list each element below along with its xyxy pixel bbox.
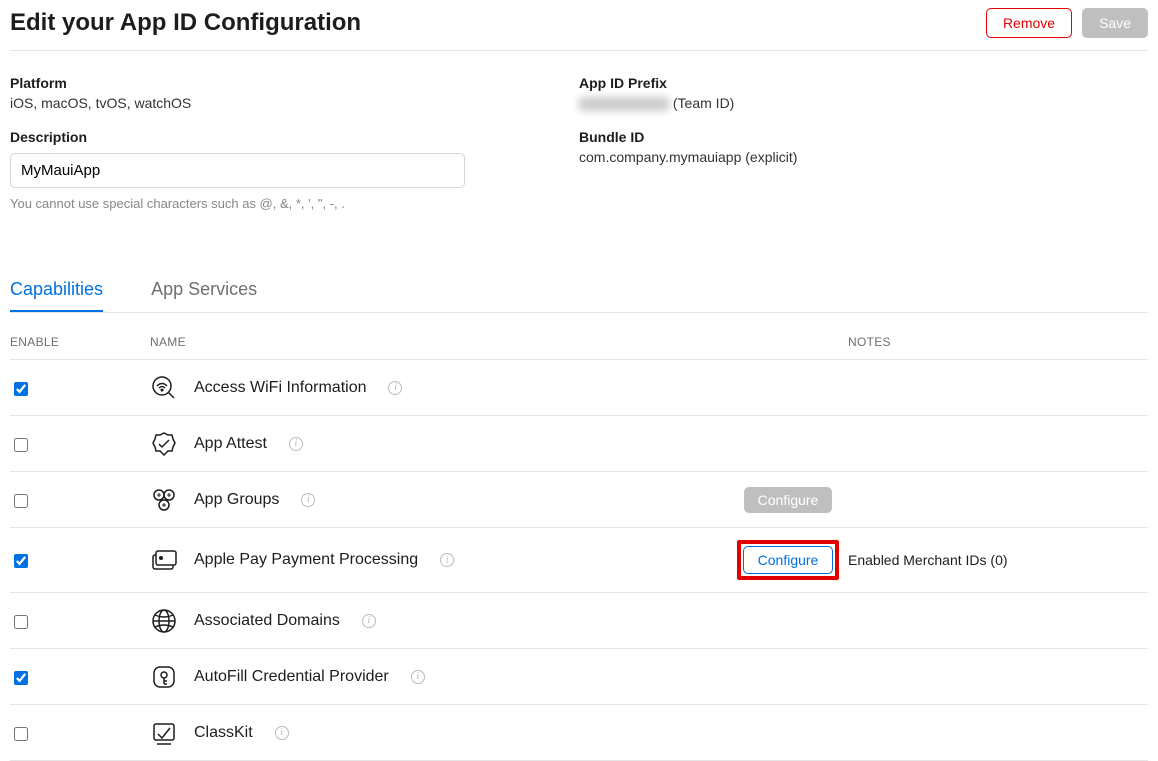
capability-row-classkit: ClassKiti [10,705,1148,761]
tab-app-services[interactable]: App Services [151,279,257,312]
capability-label: Access WiFi Information [194,379,366,397]
capability-label: Apple Pay Payment Processing [194,551,418,569]
platform-value: iOS, macOS, tvOS, watchOS [10,95,579,111]
capability-row-access-wifi: Access WiFi Information i [10,360,1148,416]
capabilities-table: ENABLE NAME NOTES Access WiFi Informatio… [10,327,1148,761]
info-icon[interactable]: i [411,670,425,684]
capability-row-associated-domains: Associated Domains i [10,593,1148,649]
header-actions: Remove Save [986,8,1148,38]
classkit-icon [150,719,178,747]
save-button[interactable]: Save [1082,8,1148,38]
info-icon[interactable]: i [301,493,315,507]
table-header: ENABLE NAME NOTES [10,327,1148,360]
app-groups-icon [150,486,178,514]
description-input[interactable] [10,153,465,188]
prefix-label: App ID Prefix [579,75,1148,91]
info-icon[interactable]: i [362,614,376,628]
enable-checkbox-apple-pay[interactable] [14,554,28,568]
info-section: Platform iOS, macOS, tvOS, watchOS Descr… [10,51,1148,229]
tab-capabilities[interactable]: Capabilities [10,279,103,312]
prefix-value: (Team ID) [579,95,1148,111]
remove-button[interactable]: Remove [986,8,1072,38]
capability-label: App Groups [194,491,279,509]
capability-row-app-attest: App Attest i [10,416,1148,472]
capability-label: App Attest [194,435,267,453]
capability-notes: Enabled Merchant IDs (0) [848,552,1008,568]
platform-label: Platform [10,75,579,91]
configure-button-apple-pay[interactable]: Configure [743,546,834,574]
bundle-label: Bundle ID [579,129,1148,145]
app-attest-icon [150,430,178,458]
enable-checkbox-app-attest[interactable] [14,438,28,452]
capability-row-apple-pay: Apple Pay Payment Processing i Configure En… [10,528,1148,593]
enable-checkbox-access-wifi[interactable] [14,382,28,396]
autofill-icon [150,663,178,691]
tabs: Capabilities App Services [10,279,1148,313]
capability-row-app-groups: App Groups i Configure [10,472,1148,528]
header-enable: ENABLE [10,335,150,349]
page-title: Edit your App ID Configuration [10,9,361,37]
capability-label: Associated Domains [194,612,340,630]
capability-label: AutoFill Credential Provider [194,668,389,686]
enable-checkbox-app-groups[interactable] [14,494,28,508]
access-wifi-icon [150,374,178,402]
header-notes: NOTES [848,335,1148,349]
info-icon[interactable]: i [289,437,303,451]
info-icon[interactable]: i [440,553,454,567]
description-label: Description [10,129,579,145]
bundle-value: com.company.mymauiapp (explicit) [579,149,1148,165]
enable-checkbox-classkit[interactable] [14,727,28,741]
page-header: Edit your App ID Configuration Remove Sa… [10,0,1148,51]
capability-label: ClassKit [194,724,253,742]
capability-row-autofill: AutoFill Credential Provider i [10,649,1148,705]
associated-domains-icon [150,607,178,635]
highlight-box: Configure [737,540,840,580]
info-icon[interactable]: i [388,381,402,395]
description-hint: You cannot use special characters such a… [10,196,579,211]
apple-pay-icon [150,546,178,574]
header-name: NAME [150,335,728,349]
configure-button-app-groups: Configure [744,487,833,513]
enable-checkbox-autofill[interactable] [14,671,28,685]
enable-checkbox-associated-domains[interactable] [14,615,28,629]
team-id-redacted [579,97,669,111]
